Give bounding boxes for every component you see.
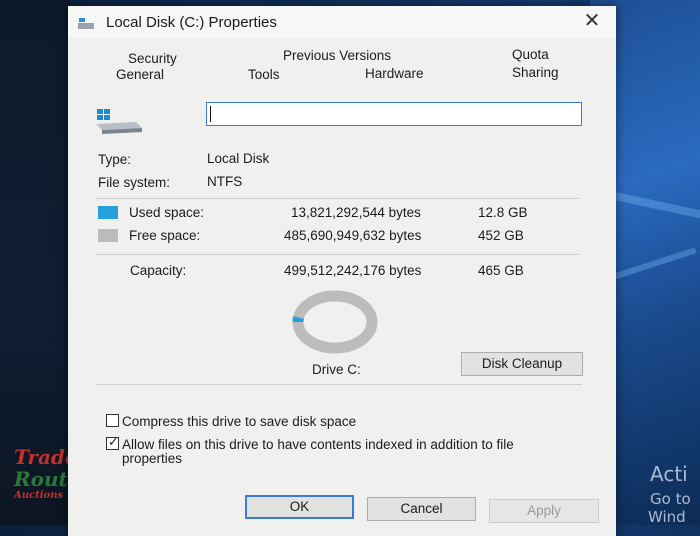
used-space-bytes: 13,821,292,544 bytes [291, 205, 421, 220]
text-caret [210, 106, 211, 122]
tab-tools[interactable]: Tools [248, 67, 280, 82]
free-space-swatch [98, 229, 118, 242]
activation-watermark-line3: Wind [648, 508, 686, 526]
hard-drive-icon [96, 109, 142, 134]
free-space-size: 452 GB [478, 228, 524, 243]
compress-drive-label: Compress this drive to save disk space [122, 414, 357, 429]
donut-used-segment [292, 316, 304, 323]
close-icon[interactable]: ✕ [578, 10, 606, 32]
tab-quota[interactable]: Quota [512, 47, 549, 62]
tab-sharing[interactable]: Sharing [512, 65, 559, 80]
drive-letter-label: Drive C: [312, 362, 361, 377]
capacity-bytes: 499,512,242,176 bytes [284, 263, 422, 278]
tab-hardware[interactable]: Hardware [365, 66, 424, 81]
used-space-label: Used space: [129, 205, 205, 220]
tab-previous-versions[interactable]: Previous Versions [283, 48, 391, 63]
disk-usage-donut [292, 290, 378, 354]
properties-dialog: Local Disk (C:) Properties ✕ Security Pr… [68, 6, 616, 536]
tab-general[interactable]: General [116, 67, 164, 82]
ok-button[interactable]: OK [245, 495, 354, 519]
free-space-label: Free space: [129, 228, 201, 243]
disk-cleanup-button[interactable]: Disk Cleanup [461, 352, 583, 376]
used-space-size: 12.8 GB [478, 205, 528, 220]
compress-drive-checkbox[interactable] [106, 414, 119, 427]
activation-watermark-line1: Acti [650, 462, 688, 486]
divider [96, 384, 582, 385]
index-contents-checkbox[interactable]: ✓ [106, 434, 119, 450]
used-space-swatch [98, 206, 118, 219]
capacity-size: 465 GB [478, 263, 524, 278]
divider [96, 198, 580, 199]
type-label: Type: [98, 152, 132, 167]
tab-security[interactable]: Security [128, 51, 177, 66]
title-bar[interactable]: Local Disk (C:) Properties ✕ [68, 6, 616, 38]
drive-name-input[interactable] [206, 102, 582, 126]
window-title: Local Disk (C:) Properties [106, 14, 277, 31]
apply-button[interactable]: Apply [489, 499, 599, 523]
donut-free-segment [292, 290, 378, 354]
divider [96, 254, 580, 255]
cancel-button[interactable]: Cancel [367, 497, 476, 521]
file-system-label: File system: [98, 175, 171, 190]
checkmark-icon: ✓ [108, 434, 119, 449]
index-contents-label: Allow files on this drive to have conten… [122, 437, 514, 466]
drive-icon [78, 18, 94, 29]
file-system-value: NTFS [207, 174, 243, 189]
free-space-bytes: 485,690,949,632 bytes [284, 228, 422, 243]
type-value: Local Disk [207, 151, 270, 166]
capacity-label: Capacity: [130, 263, 187, 278]
activation-watermark-line2: Go to [650, 490, 691, 508]
